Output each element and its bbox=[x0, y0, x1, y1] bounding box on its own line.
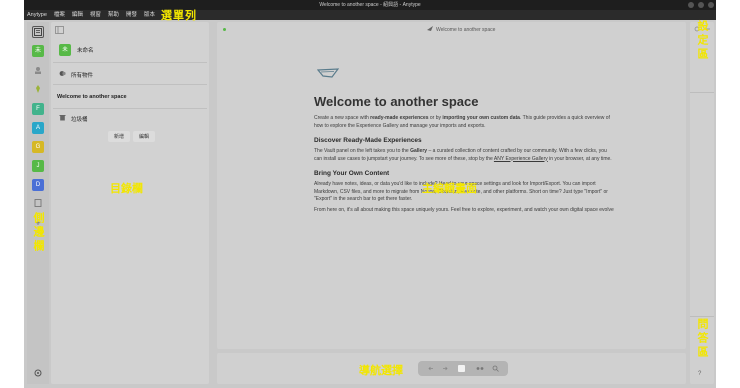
help-button[interactable]: ? bbox=[698, 371, 701, 377]
document-content[interactable]: Welcome to another space Create a new sp… bbox=[314, 94, 614, 217]
minimize-button[interactable] bbox=[688, 2, 694, 8]
sidebar-panel: 未 未命名 所有物件 Welcome to another space 垃圾桶 … bbox=[51, 22, 209, 384]
sidebar-item-all-objects[interactable]: 所有物件 bbox=[59, 70, 93, 79]
window-title: Welcome to another space - 紹興語 - Anytype bbox=[319, 2, 421, 8]
nav-pill bbox=[418, 361, 508, 376]
back-arrow-icon[interactable] bbox=[428, 366, 434, 373]
sync-status-icon bbox=[223, 28, 226, 31]
space-icon-gray[interactable] bbox=[32, 65, 44, 77]
menu-item-app[interactable]: Anytype bbox=[27, 10, 47, 20]
annotation-nav: 導航選擇 bbox=[359, 365, 403, 377]
space-icon-unnamed[interactable]: 未 bbox=[32, 45, 44, 57]
title-bar: Welcome to another space - 紹興語 - Anytype bbox=[24, 0, 716, 10]
new-button[interactable]: 新增 bbox=[108, 131, 131, 142]
space-icon-f[interactable]: F bbox=[32, 103, 44, 115]
divider bbox=[690, 316, 714, 317]
bin-icon bbox=[59, 114, 66, 123]
space-icon-d[interactable]: D bbox=[32, 179, 44, 191]
space-icon-figure[interactable] bbox=[32, 84, 44, 96]
space-icon-a[interactable]: A bbox=[32, 122, 44, 134]
divider bbox=[690, 92, 714, 93]
editor-header: Welcome to another space bbox=[217, 22, 686, 36]
paragraph-intro[interactable]: Create a new space with ready-made exper… bbox=[314, 115, 614, 130]
space-icon-doc[interactable] bbox=[32, 198, 44, 210]
breadcrumb[interactable]: Welcome to another space bbox=[427, 26, 495, 33]
space-avatar: 未 bbox=[59, 44, 71, 56]
maximize-button[interactable] bbox=[698, 2, 704, 8]
divider bbox=[53, 62, 207, 63]
sidebar-item-welcome[interactable]: Welcome to another space bbox=[57, 94, 127, 100]
sidebar-item-bin[interactable]: 垃圾桶 bbox=[59, 114, 88, 123]
new-object-icon[interactable] bbox=[458, 365, 465, 372]
space-rail: 未 F A G J D + bbox=[27, 22, 49, 384]
breadcrumb-label: Welcome to another space bbox=[436, 26, 496, 33]
app-window: Welcome to another space - 紹興語 - Anytype… bbox=[24, 0, 716, 388]
vault-icon[interactable] bbox=[32, 26, 44, 38]
settings-gear-icon[interactable] bbox=[32, 368, 44, 380]
page-title[interactable]: Welcome to another space bbox=[314, 94, 614, 109]
menu-bar: Anytype 檔案 編輯 視窗 幫助 開發 版本 bbox=[24, 10, 716, 20]
forward-arrow-icon[interactable] bbox=[442, 366, 448, 373]
edit-button[interactable]: 編輯 bbox=[133, 131, 156, 142]
objects-icon bbox=[59, 70, 66, 79]
paragraph-final[interactable]: From here on, it's all about making this… bbox=[314, 207, 614, 215]
menu-item-help[interactable]: 幫助 bbox=[108, 10, 119, 20]
heading-bring[interactable]: Bring Your Own Content bbox=[314, 170, 614, 177]
page-icon bbox=[427, 26, 433, 33]
navigation-bar bbox=[217, 353, 686, 384]
annotation-directory: 目錄欄 bbox=[110, 183, 143, 195]
graph-icon[interactable] bbox=[476, 365, 484, 374]
space-icon-j[interactable]: J bbox=[32, 160, 44, 172]
annotation-menubar: 選單列 bbox=[161, 10, 197, 22]
menu-item-version[interactable]: 版本 bbox=[144, 10, 155, 20]
sidebar-item-label: Welcome to another space bbox=[57, 94, 127, 100]
search-icon[interactable] bbox=[492, 365, 499, 374]
annotation-help: 問答區 bbox=[696, 318, 708, 360]
space-header[interactable]: 未 未命名 bbox=[59, 44, 94, 56]
menu-item-develop[interactable]: 開發 bbox=[126, 10, 137, 20]
sidebar-toggle-icon[interactable] bbox=[55, 26, 64, 36]
heading-discover[interactable]: Discover Ready-Made Experiences bbox=[314, 137, 614, 144]
paragraph-discover[interactable]: The Vault panel on the left takes you to… bbox=[314, 148, 614, 163]
page-cover-icon bbox=[316, 68, 340, 80]
annotation-sidebar: 側邊欄 bbox=[32, 212, 44, 254]
close-button[interactable] bbox=[708, 2, 714, 8]
space-name: 未命名 bbox=[77, 48, 94, 54]
divider bbox=[53, 108, 207, 109]
annotation-main-editor: 主編輯畫面 bbox=[422, 183, 477, 195]
space-icon-g[interactable]: G bbox=[32, 141, 44, 153]
sidebar-item-label: 垃圾桶 bbox=[71, 116, 88, 123]
divider bbox=[53, 84, 207, 85]
sidebar-item-label: 所有物件 bbox=[71, 72, 94, 79]
menu-item-file[interactable]: 檔案 bbox=[54, 10, 65, 20]
annotation-settings: 設定區 bbox=[696, 20, 708, 62]
menu-item-window[interactable]: 視窗 bbox=[90, 10, 101, 20]
gallery-link[interactable]: ANY Experience Gallery bbox=[494, 156, 548, 162]
menu-item-edit[interactable]: 編輯 bbox=[72, 10, 83, 20]
